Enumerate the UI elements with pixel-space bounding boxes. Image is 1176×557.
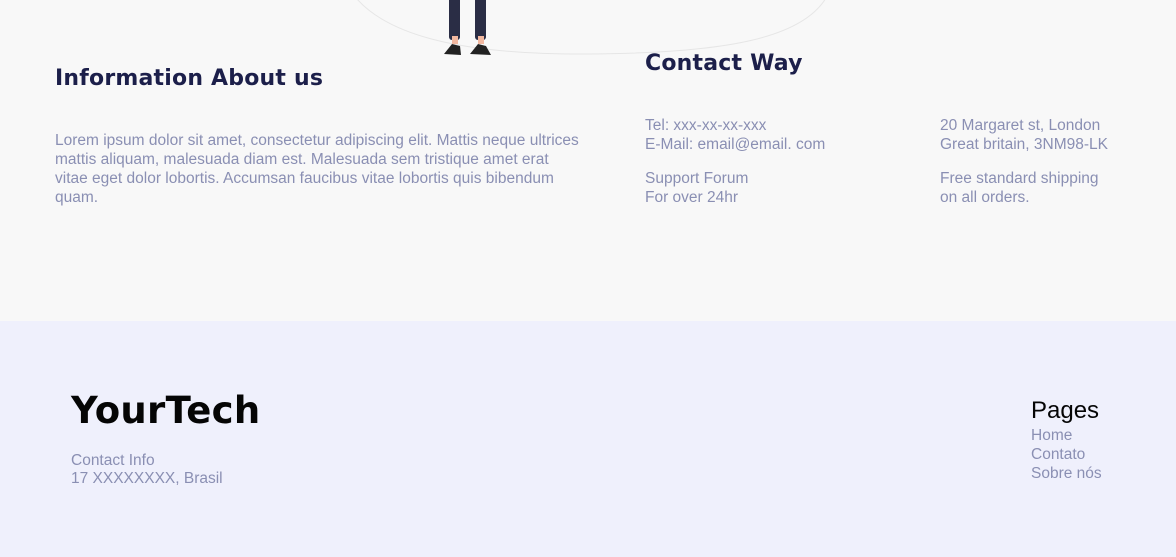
brand-logo[interactable]: YourTech	[71, 389, 261, 432]
contact-support-hours: For over 24hr	[645, 189, 739, 206]
about-text: Lorem ipsum dolor sit amet, consectetur …	[55, 132, 579, 206]
pages-title: Pages	[1031, 397, 1100, 424]
contact-shipping-line-2: on all orders.	[940, 189, 1030, 206]
about-title: Information About us	[55, 66, 324, 91]
footer-link-home[interactable]: Home	[1031, 427, 1072, 445]
site-footer: YourTech Contact Info 17 XXXXXXXX, Brasi…	[0, 321, 1176, 557]
contact-address-line-1: 20 Margaret st, London	[940, 117, 1101, 134]
contact-tel: Tel: xxx-xx-xx-xxx	[645, 117, 767, 134]
contact-shipping-line-1: Free standard shipping	[940, 170, 1099, 187]
contact-email: E-Mail: email@email. com	[645, 136, 826, 153]
footer-link-sobre-nos[interactable]: Sobre nós	[1031, 465, 1102, 483]
info-section: Information About us Lorem ipsum dolor s…	[0, 0, 1176, 321]
footer-link-contato[interactable]: Contato	[1031, 446, 1085, 464]
contact-support-forum: Support Forum	[645, 170, 749, 187]
contact-title: Contact Way	[645, 51, 803, 76]
footer-contact-value: 17 XXXXXXXX, Brasil	[71, 470, 223, 487]
contact-address-line-2: Great britain, 3NM98-LK	[940, 136, 1108, 153]
footer-contact-label: Contact Info	[71, 452, 155, 469]
